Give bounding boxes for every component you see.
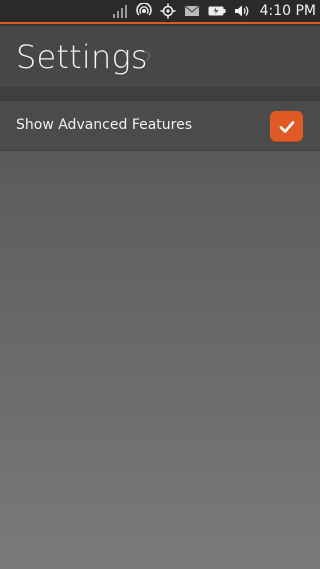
chevron-right-icon bbox=[145, 50, 151, 62]
status-bar: 4:10 PM bbox=[0, 0, 320, 24]
signal-icon bbox=[112, 3, 128, 19]
battery-icon bbox=[208, 3, 226, 19]
mail-icon bbox=[184, 3, 200, 19]
page-header: Settings bbox=[0, 26, 320, 87]
volume-icon bbox=[234, 3, 250, 19]
settings-page: Settings Show Advanced Features bbox=[0, 26, 320, 569]
hotspot-icon bbox=[135, 3, 152, 19]
location-icon bbox=[160, 3, 176, 19]
setting-row-show-advanced-features[interactable]: Show Advanced Features bbox=[0, 101, 320, 151]
show-advanced-features-checkbox[interactable] bbox=[270, 111, 303, 142]
section-divider bbox=[0, 87, 320, 101]
page-title: Settings bbox=[16, 38, 148, 76]
setting-label: Show Advanced Features bbox=[16, 117, 193, 133]
checkmark-icon bbox=[279, 120, 294, 133]
status-clock: 4:10 PM bbox=[259, 3, 316, 19]
